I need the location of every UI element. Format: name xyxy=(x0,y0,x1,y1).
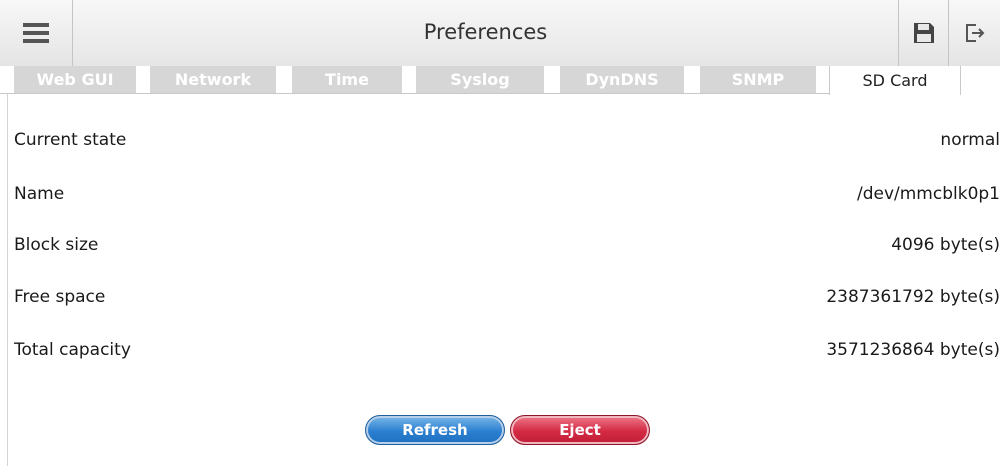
row-total-capacity: Total capacity 3571236864 byte(s) xyxy=(14,335,1000,365)
label-block-size: Block size xyxy=(14,235,99,255)
tab-sd-card[interactable]: SD Card xyxy=(829,66,961,95)
hamburger-menu-icon xyxy=(23,23,49,43)
value-free-space: 2387361792 byte(s) xyxy=(826,287,1000,307)
value-block-size: 4096 byte(s) xyxy=(891,235,1000,255)
row-free-space: Free space 2387361792 byte(s) xyxy=(14,282,1000,312)
label-free-space: Free space xyxy=(14,287,106,307)
page-title: Preferences xyxy=(423,20,548,44)
label-current-state: Current state xyxy=(14,130,127,150)
refresh-button[interactable]: Refresh xyxy=(365,415,505,445)
row-current-state: Current state normal xyxy=(14,125,1000,155)
logout-icon xyxy=(966,24,985,42)
tab-network[interactable]: Network xyxy=(150,66,276,93)
tab-snmp[interactable]: SNMP xyxy=(700,66,816,93)
menu-button[interactable] xyxy=(0,0,73,66)
row-name: Name /dev/mmcblk0p1 xyxy=(14,179,1000,209)
tab-dyndns[interactable]: DynDNS xyxy=(560,66,684,93)
tab-web-gui[interactable]: Web GUI xyxy=(14,66,136,93)
value-total-capacity: 3571236864 byte(s) xyxy=(826,340,1000,360)
eject-button[interactable]: Eject xyxy=(510,415,650,445)
value-name: /dev/mmcblk0p1 xyxy=(856,184,1000,204)
tab-bar-divider xyxy=(0,93,960,94)
floppy-disk-icon xyxy=(914,23,934,43)
tab-time[interactable]: Time xyxy=(292,66,402,93)
label-name: Name xyxy=(14,184,65,204)
value-current-state: normal xyxy=(940,130,1000,150)
logout-button[interactable] xyxy=(948,0,1000,66)
save-button[interactable] xyxy=(898,0,949,66)
content-border xyxy=(7,94,8,466)
label-total-capacity: Total capacity xyxy=(14,340,131,360)
row-block-size: Block size 4096 byte(s) xyxy=(14,230,1000,260)
tab-syslog[interactable]: Syslog xyxy=(416,66,544,93)
